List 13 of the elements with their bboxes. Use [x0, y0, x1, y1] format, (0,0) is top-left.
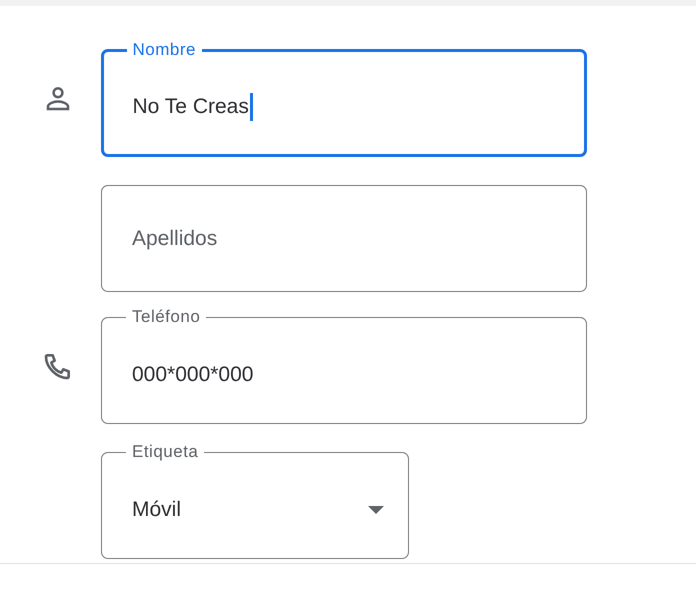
- dropdown-arrow-icon: [368, 506, 384, 514]
- field-value: No Te Creas: [126, 93, 253, 121]
- text-field[interactable]: Teléfono 000*000*000: [101, 307, 587, 424]
- field-value: Móvil: [131, 498, 182, 522]
- field-label: Nombre: [132, 40, 197, 60]
- field-label: Etiqueta: [131, 442, 200, 462]
- field-placeholder: Apellidos: [131, 226, 218, 250]
- text-field[interactable]: Apellidos: [101, 185, 587, 292]
- text-cursor: [250, 93, 253, 121]
- text-field[interactable]: Nombre No Te Creas: [101, 40, 587, 157]
- field-label: Teléfono: [131, 307, 202, 327]
- label-dropdown[interactable]: Etiqueta Móvil: [101, 442, 409, 559]
- field-value: 000*000*000: [131, 363, 254, 387]
